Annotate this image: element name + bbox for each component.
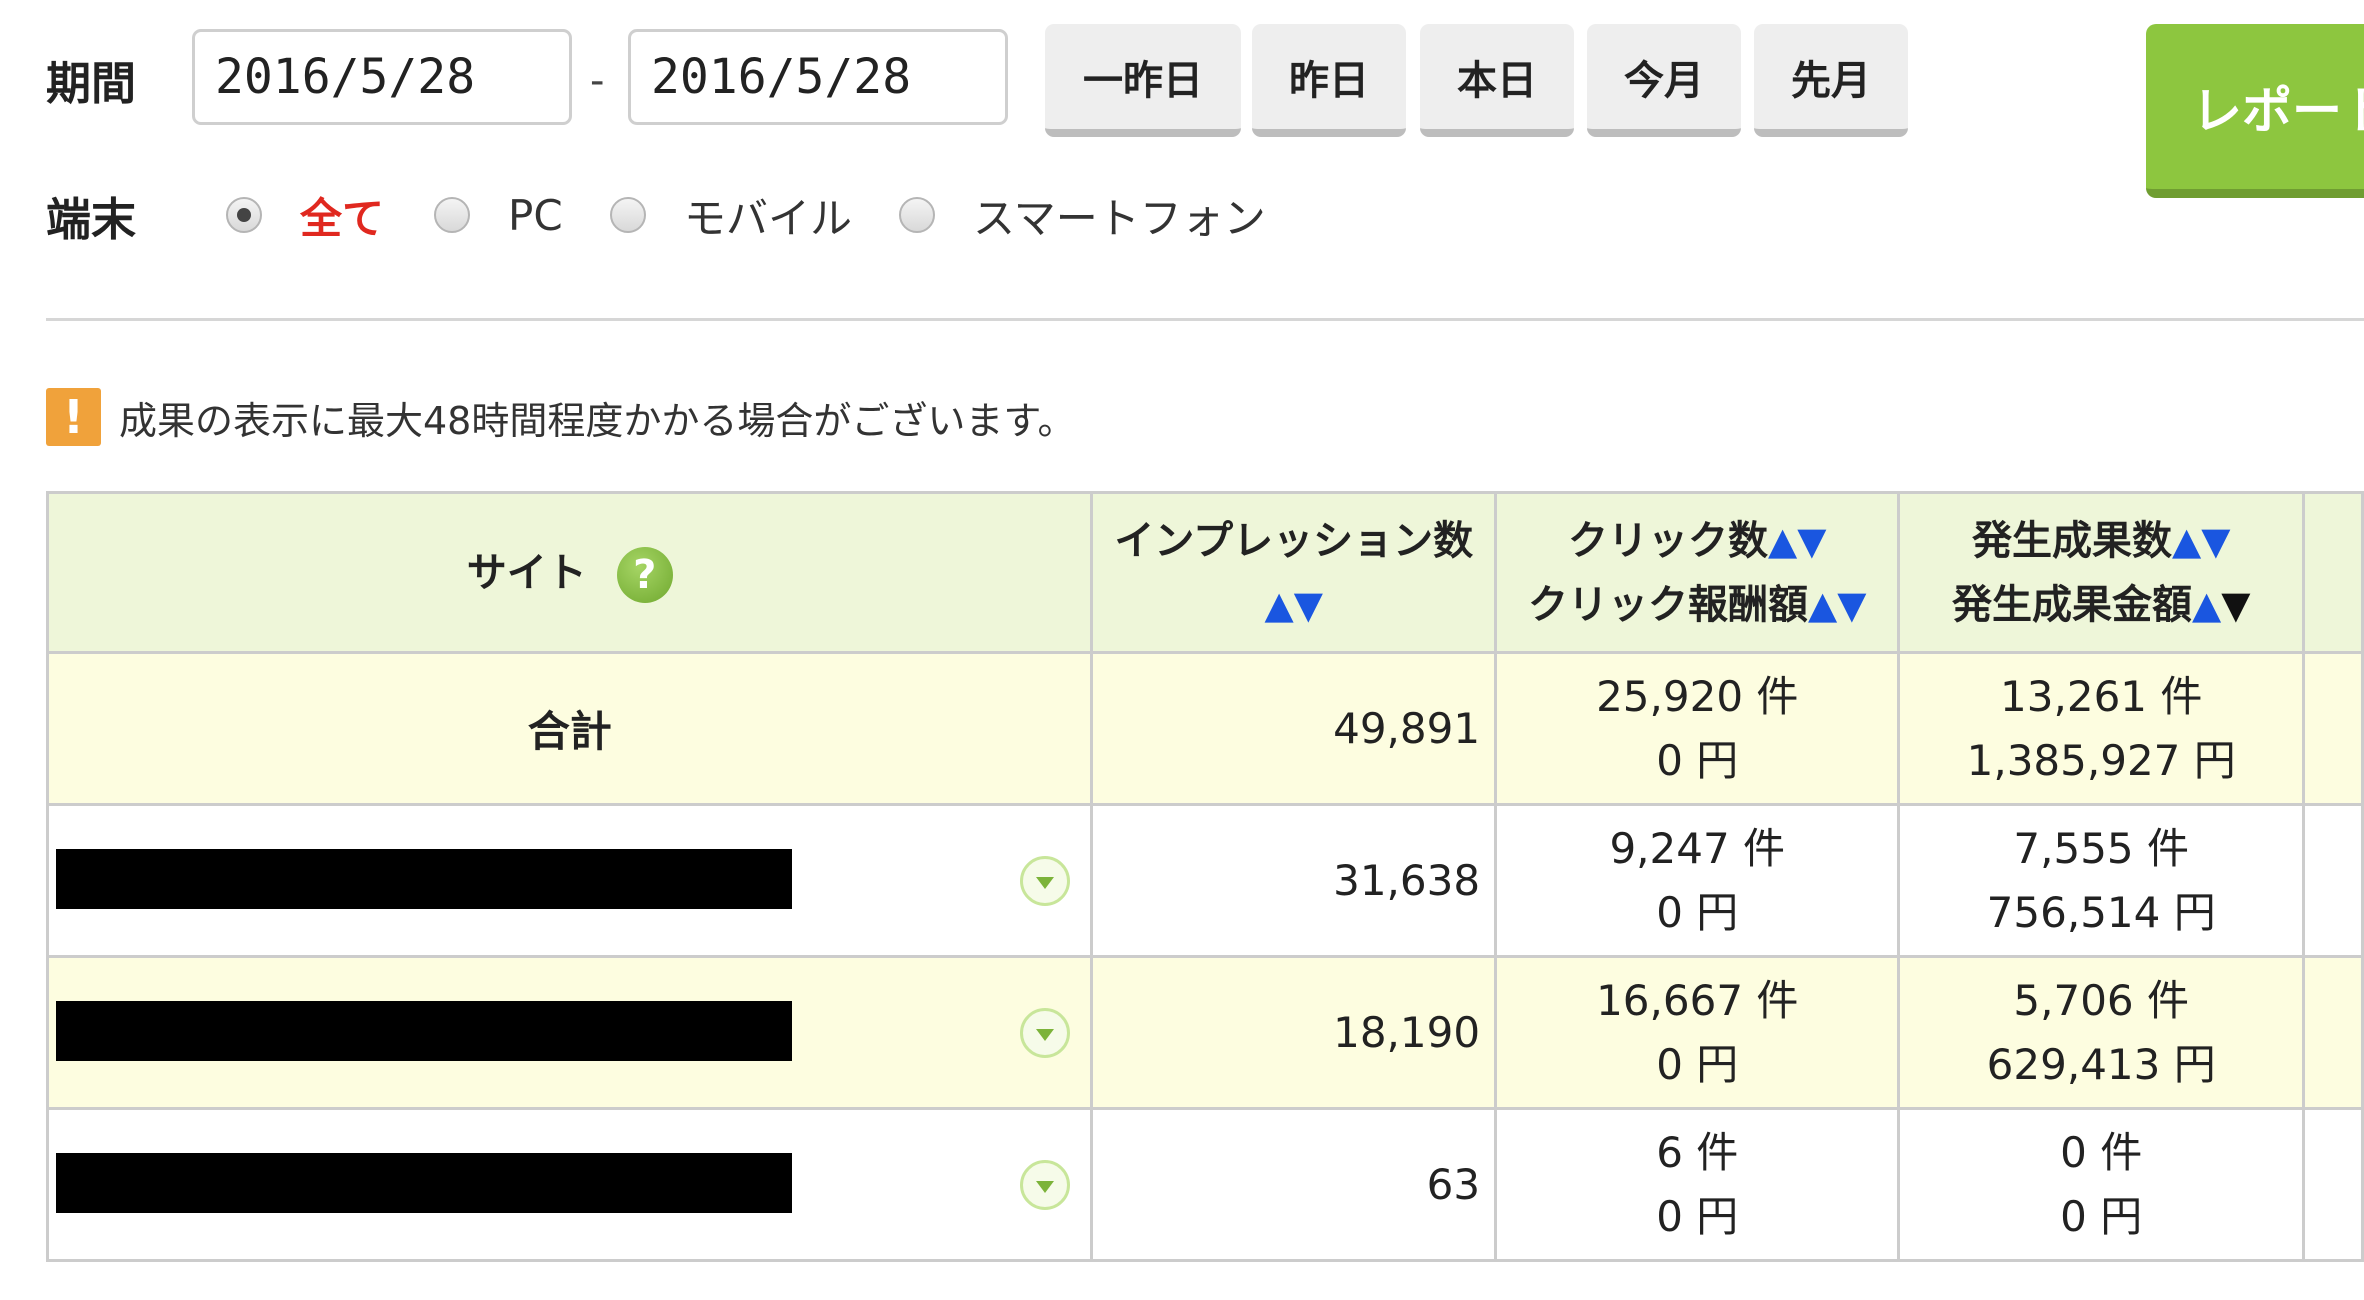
row-impressions: 31,638 [1090, 803, 1498, 958]
row-click-reward: 0 円 [1656, 887, 1739, 937]
total-clicks-cell: 25,920 件 0 円 [1494, 651, 1901, 806]
row-conversion-amount: 629,413 円 [1986, 1039, 2216, 1089]
site-cell [45, 955, 1094, 1110]
radio-checked-icon[interactable] [226, 197, 262, 233]
redacted-site-name [56, 1153, 792, 1213]
row-clicks-cell: 6 件 0 円 [1494, 1107, 1901, 1262]
clicks-header: クリック数▲▼ クリック報酬額▲▼ [1494, 491, 1901, 654]
sort-asc-clicks-icon[interactable]: ▲ [1768, 519, 1797, 563]
extra-cell [2301, 955, 2364, 1110]
device-option-smartphone[interactable]: スマートフォン [899, 185, 1266, 245]
extra-cell [2301, 651, 2364, 806]
table-row: 18,190 16,667 件 0 円 5,706 件 629,413 円 [45, 955, 2364, 1110]
start-date-input[interactable] [192, 29, 572, 125]
sort-asc-impressions-icon[interactable]: ▲ [1265, 583, 1294, 627]
row-clicks: 16,667 件 [1596, 975, 1799, 1025]
table-header-row: サイト? インプレッション数 ▲▼ クリック数▲▼ クリック報酬額▲▼ 発生成果… [45, 491, 2364, 654]
table-row: 63 6 件 0 円 0 件 0 円 [45, 1107, 2364, 1262]
sort-asc-click-reward-icon[interactable]: ▲ [1808, 583, 1837, 627]
extra-cell [2301, 803, 2364, 958]
row-conversions: 7,555 件 [2013, 823, 2189, 873]
total-impressions: 49,891 [1090, 651, 1498, 806]
row-clicks-cell: 16,667 件 0 円 [1494, 955, 1901, 1110]
day-before-yesterday-button[interactable]: 一昨日 [1045, 24, 1241, 137]
device-option-mobile[interactable]: モバイル [610, 185, 852, 245]
row-conversions-cell: 7,555 件 756,514 円 [1897, 803, 2305, 958]
total-label: 合計 [45, 651, 1094, 806]
device-option-pc[interactable]: PC [434, 185, 563, 245]
notice-banner: ! 成果の表示に最大48時間程度かかる場合がございます。 [46, 388, 1076, 446]
impressions-header-label: インプレッション数 [1114, 517, 1474, 564]
clicks-header-label: クリック数 [1568, 517, 1768, 564]
sort-desc-conversions-icon[interactable]: ▼ [2201, 519, 2230, 563]
radio-unchecked-icon[interactable] [899, 197, 935, 233]
table-row: 31,638 9,247 件 0 円 7,555 件 756,514 円 [45, 803, 2364, 958]
impressions-header: インプレッション数 ▲▼ [1090, 491, 1498, 654]
row-conversion-amount: 0 円 [2060, 1191, 2143, 1241]
sort-desc-impressions-icon[interactable]: ▼ [1294, 583, 1323, 627]
device-label: 端末 [46, 193, 137, 246]
row-click-reward: 0 円 [1656, 1191, 1739, 1241]
row-conversions: 5,706 件 [2013, 975, 2189, 1025]
report-table: サイト? インプレッション数 ▲▼ クリック数▲▼ クリック報酬額▲▼ 発生成果… [45, 491, 2364, 1262]
device-option-label: 全て [300, 193, 385, 243]
sort-desc-clicks-icon[interactable]: ▼ [1797, 519, 1826, 563]
redacted-site-name [56, 1001, 792, 1061]
help-icon[interactable]: ? [616, 546, 673, 603]
extra-cell [2301, 1107, 2364, 1262]
sort-asc-conversions-icon[interactable]: ▲ [2172, 519, 2201, 563]
date-separator: - [590, 58, 605, 104]
extra-header [2301, 491, 2364, 654]
total-click-reward: 0 円 [1656, 735, 1739, 785]
exclamation-icon: ! [46, 388, 101, 446]
conversions-header-label: 発生成果数 [1971, 517, 2172, 564]
last-month-button[interactable]: 先月 [1754, 24, 1908, 137]
row-conversions-cell: 0 件 0 円 [1897, 1107, 2305, 1262]
sort-desc-conversion-amount-icon[interactable]: ▼ [2221, 583, 2250, 627]
device-option-label: モバイル [684, 193, 853, 243]
row-impressions: 63 [1090, 1107, 1498, 1262]
site-header-label: サイト [466, 549, 587, 596]
total-conversions-cell: 13,261 件 1,385,927 円 [1897, 651, 2305, 806]
sort-desc-click-reward-icon[interactable]: ▼ [1837, 583, 1866, 627]
row-clicks: 6 件 [1656, 1127, 1739, 1177]
expand-down-icon[interactable] [1020, 1160, 1071, 1210]
expand-down-icon[interactable] [1020, 1008, 1071, 1058]
notice-text: 成果の表示に最大48時間程度かかる場合がございます。 [119, 398, 1076, 443]
row-conversion-amount: 756,514 円 [1986, 887, 2216, 937]
report-button[interactable]: レポート [2146, 24, 2364, 198]
conversion-amount-header-label: 発生成果金額 [1951, 581, 2192, 628]
device-option-all[interactable]: 全て [226, 185, 384, 245]
section-divider [46, 318, 2364, 321]
row-clicks-cell: 9,247 件 0 円 [1494, 803, 1901, 958]
total-conversion-amount: 1,385,927 円 [1966, 735, 2236, 785]
yesterday-button[interactable]: 昨日 [1252, 24, 1406, 137]
today-button[interactable]: 本日 [1420, 24, 1574, 137]
expand-down-icon[interactable] [1020, 856, 1071, 906]
total-row: 合計 49,891 25,920 件 0 円 13,261 件 1,385,92… [45, 651, 2364, 806]
row-impressions: 18,190 [1090, 955, 1498, 1110]
total-conversions: 13,261 件 [2000, 671, 2203, 721]
click-reward-header-label: クリック報酬額 [1528, 581, 1808, 628]
device-option-label: スマートフォン [973, 193, 1266, 243]
period-label: 期間 [46, 57, 137, 110]
site-header: サイト? [45, 491, 1094, 654]
end-date-input[interactable] [628, 29, 1008, 125]
device-option-label: PC [508, 190, 563, 240]
this-month-button[interactable]: 今月 [1587, 24, 1741, 137]
total-clicks: 25,920 件 [1596, 671, 1799, 721]
row-conversions-cell: 5,706 件 629,413 円 [1897, 955, 2305, 1110]
row-conversions: 0 件 [2060, 1127, 2143, 1177]
row-clicks: 9,247 件 [1609, 823, 1786, 873]
radio-unchecked-icon[interactable] [434, 197, 470, 233]
conversions-header: 発生成果数▲▼ 発生成果金額▲▼ [1897, 491, 2305, 654]
radio-unchecked-icon[interactable] [610, 197, 646, 233]
site-cell [45, 1107, 1094, 1262]
site-cell [45, 803, 1094, 958]
sort-asc-conversion-amount-icon[interactable]: ▲ [2192, 583, 2221, 627]
redacted-site-name [56, 849, 792, 909]
row-click-reward: 0 円 [1656, 1039, 1739, 1089]
